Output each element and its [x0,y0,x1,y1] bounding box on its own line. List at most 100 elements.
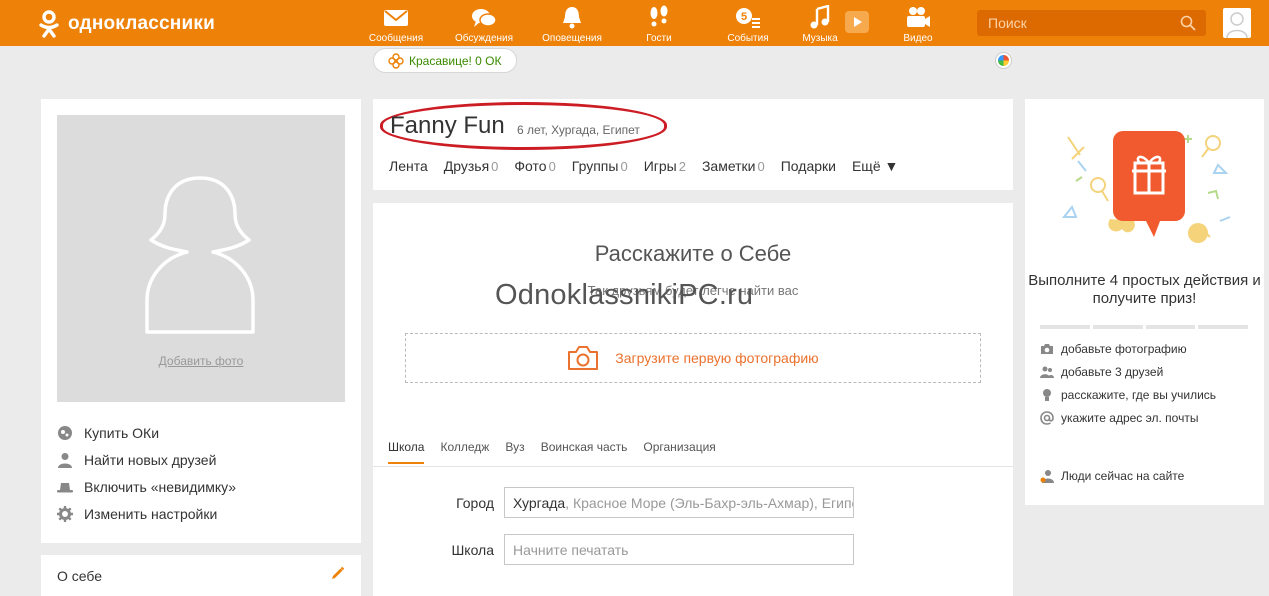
people-online-link[interactable]: Люди сейчас на сайте [1040,469,1184,483]
task-label: добавьте фотографию [1061,341,1187,356]
profile-header: Fanny Fun 6 лет, Хургада, Египет Лента Д… [373,99,1013,190]
tab-photos[interactable]: Фото 0 [514,158,555,174]
tab-count: 0 [757,159,765,174]
tab-friends[interactable]: Друзья 0 [444,158,499,174]
search-box [977,10,1206,36]
school-placeholder: Начните печатать [513,541,629,558]
search-icon[interactable] [1180,15,1196,31]
user-silhouette-icon [1226,12,1248,38]
tab-groups[interactable]: Группы 0 [572,158,628,174]
about-title: Расскажите о Себе [594,241,792,266]
people-online-label: Люди сейчас на сайте [1061,469,1185,483]
logo[interactable]: одноклассники [38,9,215,39]
theme-color-icon[interactable] [996,53,1011,68]
user-avatar-button[interactable] [1223,8,1251,38]
profile-tabs: Лента Друзья 0 Фото 0 Группы 0 Игры 2 Заметк… [389,158,914,174]
coins-icon [58,425,72,440]
profile-name: Fanny Fun [390,112,505,139]
tab-count: 0 [548,159,556,174]
tab-count: 0 [620,159,628,174]
progress-segment [1040,325,1090,329]
search-input[interactable] [977,10,1206,36]
nav-messages-label: Сообщения [368,33,424,44]
about-yourself-panel: Расскажите о Себе Так друзьям будет легч… [373,203,1013,596]
find-friends-link[interactable]: Найти новых друзей [57,446,236,473]
buy-ok-label: Купить ОКи [84,424,160,441]
prize-card: Выполните 4 простых действия и получите … [1025,99,1264,505]
add-photo-link[interactable]: Добавить фото [57,354,345,368]
task-add-photo[interactable]: добавьте фотографию [1040,337,1216,360]
city-value: Хургада [513,494,566,511]
tab-university[interactable]: Вуз [505,440,524,464]
find-friends-label: Найти новых друзей [84,451,217,468]
tab-count: 2 [678,159,686,174]
bell-icon [563,7,581,29]
about-me-label: О себе [57,568,103,584]
nav-music-label: Музыка [802,33,838,44]
person-icon [58,452,72,468]
divider [373,466,1013,467]
events-icon: 5 [736,8,760,28]
upload-label: Загрузите первую фотографию [615,350,819,366]
tab-label: Заметки [701,158,756,174]
tab-label: Фото [514,158,547,174]
hat-icon [57,482,73,492]
profile-photo-placeholder[interactable]: Добавить фото [57,115,345,402]
pencil-icon[interactable] [331,566,345,580]
city-field[interactable]: Хургада, Красное Море (Эль-Бахр-эль-Ахма… [504,487,854,518]
tab-label: Лента [389,158,428,174]
about-me-card: О себе [41,555,361,596]
nav-guests[interactable]: Гости [619,5,699,45]
music-play-button[interactable] [845,11,869,33]
task-education[interactable]: расскажите, где вы учились [1040,383,1216,406]
settings-link[interactable]: Изменить настройки [57,500,236,527]
task-label: добавьте 3 друзей [1061,364,1164,379]
settings-label: Изменить настройки [84,505,218,522]
buy-ok-link[interactable]: Купить ОКи [57,419,236,446]
tab-more[interactable]: Ещё ▼ [852,158,898,174]
school-field[interactable]: Начните печатать [504,534,854,565]
tab-gifts[interactable]: Подарки [781,158,836,174]
tab-label: Игры [643,158,677,174]
upload-first-photo-button[interactable]: Загрузите первую фотографию [405,333,981,383]
tab-organization[interactable]: Организация [643,440,715,464]
tab-college[interactable]: Колледж [440,440,489,464]
tab-label: Ещё ▼ [851,158,899,174]
tab-school[interactable]: Школа [388,440,425,464]
nav-discussions[interactable]: Обсуждения [444,5,524,45]
nav-events[interactable]: 5 События [708,5,788,45]
tab-feed[interactable]: Лента [389,158,428,174]
ok-logo-icon [39,10,59,38]
tab-games[interactable]: Игры 2 [644,158,686,174]
nav-video-label: Видео [903,33,933,44]
camera-icon [568,346,599,370]
svg-text:5: 5 [741,11,747,23]
invisible-mode-link[interactable]: Включить «невидимку» [57,473,236,500]
gear-icon [57,505,73,522]
friends-icon [1040,366,1054,378]
tab-notes[interactable]: Заметки 0 [702,158,765,174]
progress-segment [1198,325,1248,329]
task-list: добавьте фотографию добавьте 3 друзей ра… [1040,337,1216,429]
task-email[interactable]: укажите адрес эл. почты [1040,406,1216,429]
nav-notifications[interactable]: Оповещения [532,5,612,45]
left-profile-card: Добавить фото Купить ОКи Найти новых дру… [41,99,361,543]
chat-bubbles-icon [472,9,497,27]
school-label: Школа [451,542,494,558]
graduation-icon [1043,388,1051,401]
nav-video[interactable]: Видео [878,5,958,45]
female-silhouette-icon [145,176,255,334]
nav-guests-label: Гости [646,33,672,44]
city-label: Город [456,495,494,511]
tab-military[interactable]: Воинская часть [541,440,628,464]
task-add-friends[interactable]: добавьте 3 друзей [1040,360,1216,383]
nav-notifications-label: Оповещения [542,33,602,44]
tab-label: Группы [571,158,619,174]
nav-messages[interactable]: Сообщения [356,5,436,45]
task-label: укажите адрес эл. почты [1061,410,1199,425]
promo-ok-button[interactable]: Красавице! 0 ОК [373,48,517,73]
music-note-icon [810,5,830,29]
city-value-rest: , Красное Море (Эль-Бахр-эль-Ахмар), Еги… [565,494,854,511]
top-bar: одноклассники Сообщения Обсуждения Опове… [0,0,1269,46]
progress-segment [1145,325,1196,329]
